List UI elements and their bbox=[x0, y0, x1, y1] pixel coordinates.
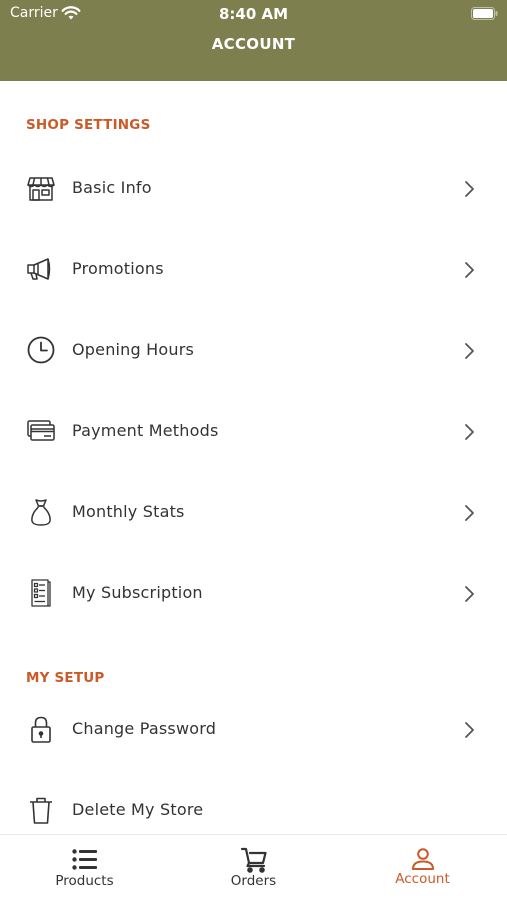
menu-item-label: Change Password bbox=[72, 719, 217, 738]
tab-label: Orders bbox=[230, 873, 277, 889]
menu-item-payment-methods[interactable]: Payment Methods bbox=[0, 402, 507, 462]
menu-item-label: Monthly Stats bbox=[72, 502, 185, 521]
battery-icon bbox=[471, 7, 498, 20]
tab-label: Account bbox=[395, 871, 450, 887]
menu-item-basic-info[interactable]: Basic Info bbox=[0, 159, 507, 219]
lock-icon bbox=[31, 716, 51, 743]
menu-item-label: Payment Methods bbox=[72, 421, 219, 440]
clock-icon bbox=[27, 336, 55, 364]
cart-icon bbox=[240, 847, 267, 873]
tab-label: Products bbox=[55, 873, 114, 889]
status-time: 8:40 AM bbox=[218, 5, 289, 23]
chevron-right-icon bbox=[465, 181, 474, 197]
status-bar: Carrier 8:40 AM bbox=[0, 0, 507, 28]
menu-item-change-password[interactable]: Change Password bbox=[0, 700, 507, 760]
list-icon bbox=[72, 849, 97, 870]
menu-item-label: Basic Info bbox=[72, 178, 152, 197]
trash-icon bbox=[30, 797, 52, 824]
chevron-right-icon bbox=[465, 722, 474, 738]
chevron-right-icon bbox=[465, 262, 474, 278]
section-title-my-setup: MY SETUP bbox=[26, 670, 105, 686]
page-title: ACCOUNT bbox=[211, 35, 296, 53]
app-header: Carrier 8:40 AM ACCOUNT bbox=[0, 0, 507, 81]
menu-item-my-subscription[interactable]: My Subscription bbox=[0, 564, 507, 624]
menu-item-opening-hours[interactable]: Opening Hours bbox=[0, 321, 507, 381]
menu-item-label: Opening Hours bbox=[72, 340, 195, 359]
menu-item-delete-my-store[interactable]: Delete My Store bbox=[0, 781, 507, 841]
user-icon bbox=[412, 848, 434, 870]
chevron-right-icon bbox=[465, 343, 474, 359]
megaphone-icon bbox=[27, 258, 51, 280]
tab-orders[interactable]: Orders bbox=[169, 835, 338, 900]
store-icon bbox=[27, 177, 55, 201]
menu-item-label: My Subscription bbox=[72, 583, 203, 602]
menu-item-promotions[interactable]: Promotions bbox=[0, 240, 507, 300]
menu-item-label: Promotions bbox=[72, 259, 164, 278]
menu-item-label: Delete My Store bbox=[72, 800, 204, 819]
chevron-right-icon bbox=[465, 586, 474, 602]
document-list-icon bbox=[31, 579, 51, 607]
chevron-right-icon bbox=[465, 424, 474, 440]
chevron-right-icon bbox=[465, 505, 474, 521]
menu-item-monthly-stats[interactable]: Monthly Stats bbox=[0, 483, 507, 543]
tab-account[interactable]: Account bbox=[338, 835, 507, 900]
tab-bar: Products Orders Account bbox=[0, 834, 507, 900]
money-bag-icon bbox=[31, 499, 51, 526]
credit-cards-icon bbox=[27, 420, 55, 441]
tab-products[interactable]: Products bbox=[0, 835, 169, 900]
section-title-shop-settings: SHOP SETTINGS bbox=[26, 117, 151, 133]
